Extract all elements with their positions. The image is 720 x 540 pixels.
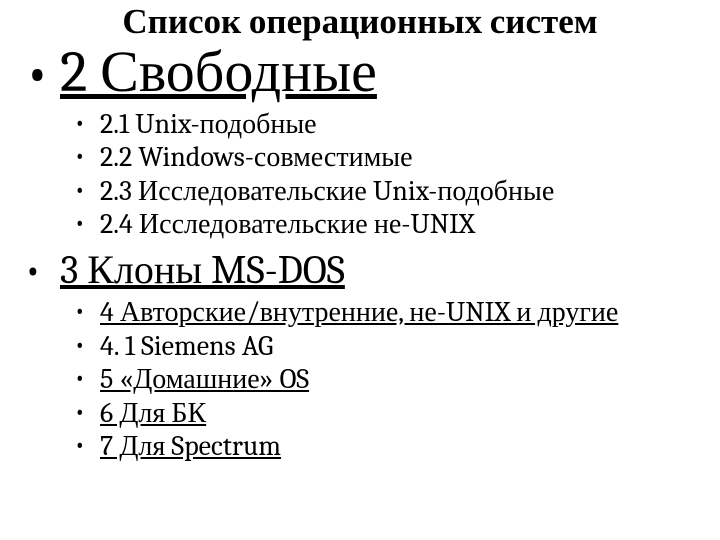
list-item-text: 2.2 Windows-совместимые xyxy=(100,141,413,173)
list-item: 7 Для Spectrum xyxy=(60,430,700,464)
list-item: 6 Для БК xyxy=(60,397,700,431)
list-item: 4 Авторские/внутренние, не-UNIX и другие xyxy=(60,296,700,330)
page-title: Список операционных систем xyxy=(20,4,700,41)
list-item: 2.3 Исследовательские Unix-подобные xyxy=(60,175,700,209)
outline-list: 2 Свободные 2.1 Unix-подобные 2.2 Window… xyxy=(20,43,700,464)
section-2-sublist: 2.1 Unix-подобные 2.2 Windows-совместимы… xyxy=(60,108,700,242)
section-3-klony-msdos: 3 Клоны MS-DOS 4 Авторские/внутренние, н… xyxy=(20,248,700,464)
list-item-text: 2.1 Unix-подобные xyxy=(100,108,317,140)
list-item-link[interactable]: 4 Авторские/внутренние, не-UNIX и другие xyxy=(100,296,618,328)
list-item-link[interactable]: 7 Для Spectrum xyxy=(100,430,281,462)
list-item: 2.1 Unix-подобные xyxy=(60,108,700,142)
section-heading[interactable]: 3 Клоны MS-DOS xyxy=(60,247,345,293)
section-2-svobodnye: 2 Свободные 2.1 Unix-подобные 2.2 Window… xyxy=(20,43,700,242)
list-item: 4. 1 Siemens AG xyxy=(60,330,700,364)
list-item-text: 2.3 Исследовательские Unix-подобные xyxy=(100,175,554,207)
list-item: 2.4 Исследовательские не-UNIX xyxy=(60,208,700,242)
slide: Список операционных систем 2 Свободные 2… xyxy=(0,0,720,540)
list-item: 5 «Домашние» OS xyxy=(60,363,700,397)
list-item-link[interactable]: 5 «Домашние» OS xyxy=(100,363,309,395)
list-item-text: 4. 1 Siemens AG xyxy=(100,330,273,362)
list-item-text: 2.4 Исследовательские не-UNIX xyxy=(100,208,475,240)
list-item-link[interactable]: 6 Для БК xyxy=(100,397,206,429)
section-heading[interactable]: 2 Свободные xyxy=(60,39,377,106)
section-3-sublist: 4 Авторские/внутренние, не-UNIX и другие… xyxy=(60,296,700,464)
list-item: 2.2 Windows-совместимые xyxy=(60,141,700,175)
